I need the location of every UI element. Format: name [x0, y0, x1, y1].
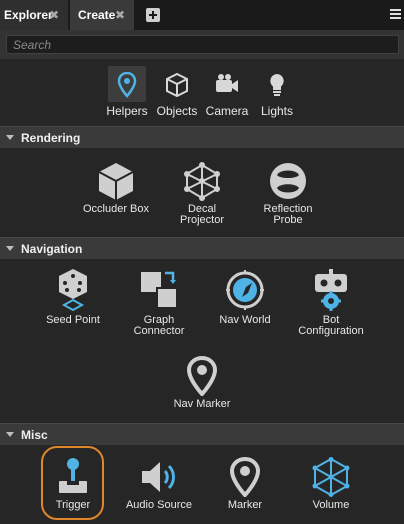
robot-icon — [315, 269, 347, 311]
item-label: Audio Source — [125, 499, 193, 511]
item-bot-configuration[interactable]: Bot Configuration — [286, 268, 376, 337]
category-lights-label: Lights — [260, 104, 294, 118]
map-pin-icon — [229, 457, 261, 497]
tab-explorer[interactable]: Explorer ✖ — [0, 0, 68, 30]
item-marker[interactable]: Marker — [200, 457, 290, 511]
cube-icon — [98, 163, 134, 200]
cube-icon — [158, 66, 196, 102]
item-graph-connector[interactable]: Graph Connector — [114, 268, 204, 337]
probe-icon — [270, 163, 306, 199]
graph-connector-icon — [141, 271, 178, 309]
item-label: Volume — [312, 499, 350, 511]
item-label: Nav Marker — [173, 398, 231, 410]
compass-icon — [226, 270, 264, 310]
collapse-triangle-icon[interactable] — [6, 246, 14, 251]
search-input[interactable] — [6, 35, 399, 54]
item-label: Reflection Probe — [263, 203, 313, 226]
item-nav-world[interactable]: Nav World — [200, 268, 290, 326]
joystick-icon — [59, 458, 87, 493]
item-label: Trigger — [55, 499, 91, 511]
item-nav-marker[interactable]: Nav Marker — [157, 356, 247, 410]
item-label: Marker — [227, 499, 263, 511]
item-volume[interactable]: Volume — [286, 457, 376, 511]
section-title: Misc — [21, 428, 48, 442]
item-label: Graph Connector — [133, 314, 185, 337]
projector-icon — [184, 162, 220, 201]
item-trigger[interactable]: Trigger — [28, 457, 118, 511]
item-label: Nav World — [219, 314, 271, 326]
item-reflection-probe[interactable]: Reflection Probe — [243, 161, 333, 226]
lightbulb-icon — [258, 66, 296, 102]
section-misc-header[interactable]: Misc — [0, 423, 404, 445]
item-seed-point[interactable]: Seed Point — [28, 268, 118, 326]
section-title: Rendering — [21, 131, 81, 145]
collapse-triangle-icon[interactable] — [6, 135, 14, 140]
tab-bar: Explorer ✖ Create ✖ — [0, 0, 404, 30]
map-pin-icon — [186, 356, 218, 396]
collapse-triangle-icon[interactable] — [6, 432, 14, 437]
item-occluder-box[interactable]: Occluder Box — [71, 161, 161, 215]
hamburger-menu-icon[interactable] — [390, 9, 401, 19]
camera-icon — [208, 66, 246, 102]
item-audio-source[interactable]: Audio Source — [114, 457, 204, 511]
tab-explorer-label: Explorer — [4, 8, 53, 22]
section-navigation-header[interactable]: Navigation — [0, 237, 404, 259]
tab-create[interactable]: Create ✖ — [70, 0, 134, 30]
tab-create-label: Create — [78, 8, 116, 22]
map-pin-icon — [108, 66, 146, 102]
category-lights[interactable]: Lights — [252, 63, 302, 121]
volume-icon — [312, 457, 350, 497]
speaker-icon — [142, 462, 175, 492]
item-decal-projector[interactable]: Decal Projector — [157, 161, 247, 226]
item-label: Occluder Box — [82, 203, 150, 215]
item-label: Decal Projector — [179, 203, 225, 226]
section-title: Navigation — [21, 242, 83, 256]
search-bar — [0, 30, 404, 59]
add-tab-icon[interactable] — [146, 8, 160, 22]
dice-icon — [59, 269, 87, 312]
section-rendering-header[interactable]: Rendering — [0, 126, 404, 148]
item-label: Bot Configuration — [298, 314, 364, 337]
item-label: Seed Point — [46, 314, 100, 326]
close-icon[interactable]: ✖ — [114, 9, 126, 21]
close-icon[interactable]: ✖ — [48, 9, 60, 21]
